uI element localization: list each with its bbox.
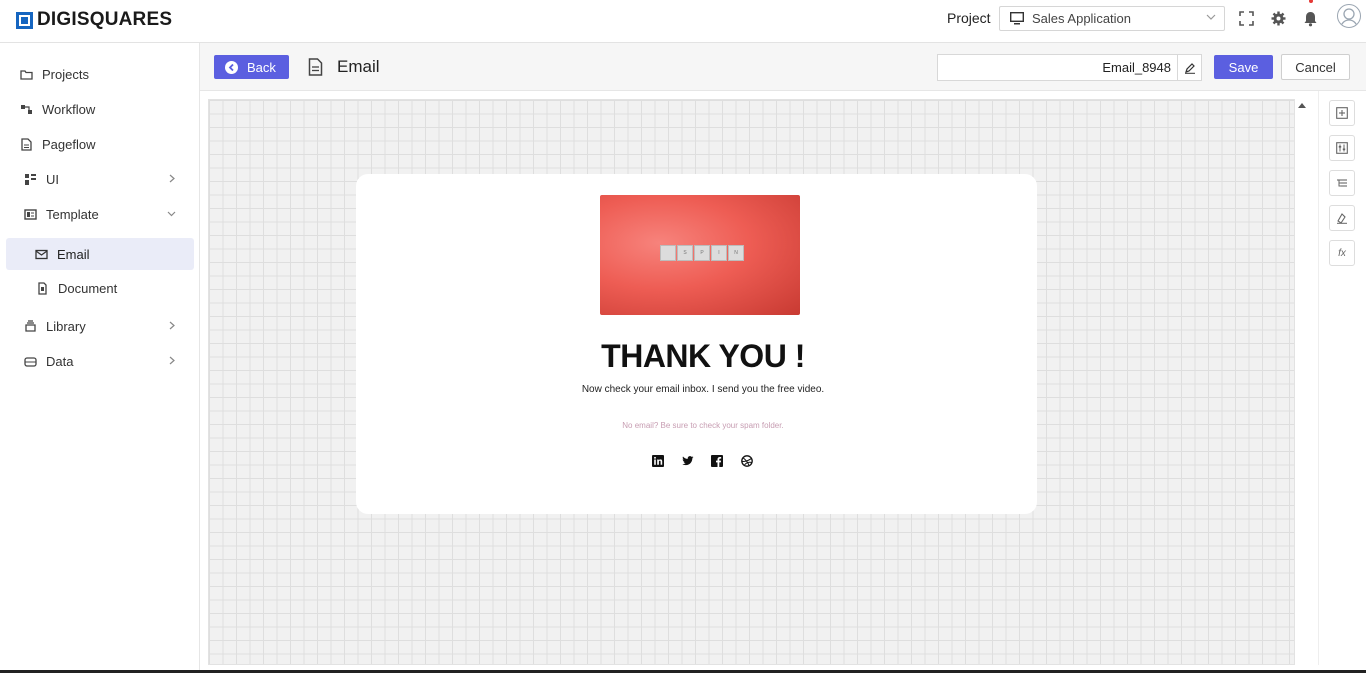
- pageflow-icon: [21, 137, 32, 151]
- letter-tile: N: [728, 245, 744, 261]
- brand-name: DIGISQUARES: [37, 9, 173, 30]
- cancel-button[interactable]: Cancel: [1281, 54, 1350, 80]
- template-icon: [24, 208, 37, 220]
- dribbble-icon[interactable]: [740, 455, 753, 467]
- adjust-icon: [1336, 142, 1348, 154]
- folder-icon: [20, 69, 33, 80]
- style-button[interactable]: [1329, 205, 1355, 231]
- workflow-icon: [21, 104, 32, 114]
- save-button[interactable]: Save: [1214, 55, 1273, 79]
- bell-icon[interactable]: [1302, 10, 1319, 27]
- fullscreen-icon[interactable]: [1238, 10, 1255, 27]
- letter-tile: [660, 245, 676, 261]
- chevron-down-icon: [167, 211, 176, 217]
- template-name-input[interactable]: Email_8948: [937, 54, 1178, 81]
- logo-mark-icon: [16, 11, 33, 29]
- chevron-right-icon: [169, 356, 175, 365]
- project-select-value: Sales Application: [1032, 11, 1132, 26]
- letter-tile: P: [694, 245, 710, 261]
- sidebar: Projects Workflow Pageflow UI Template E…: [0, 43, 200, 673]
- adjust-button[interactable]: [1329, 135, 1355, 161]
- style-icon: [1337, 213, 1347, 224]
- facebook-icon[interactable]: [711, 455, 723, 467]
- chevron-down-icon: [1206, 14, 1216, 20]
- pencil-icon: [1184, 62, 1195, 74]
- add-block-button[interactable]: [1329, 100, 1355, 126]
- sidebar-item-email[interactable]: Email: [6, 238, 194, 270]
- project-select[interactable]: Sales Application: [999, 6, 1225, 31]
- hero-image[interactable]: S P I N: [600, 195, 800, 315]
- back-button[interactable]: Back: [214, 55, 289, 79]
- sidebar-item-template[interactable]: Template: [0, 199, 200, 229]
- sidebar-item-label: UI: [46, 171, 59, 187]
- edit-name-button[interactable]: [1177, 54, 1202, 81]
- sidebar-item-label: Data: [46, 353, 74, 369]
- sidebar-item-data[interactable]: Data: [0, 346, 200, 376]
- project-label: Project: [947, 10, 991, 26]
- sidebar-item-label: Pageflow: [42, 136, 96, 152]
- email-preview-card[interactable]: S P I N THANK YOU ! Now check your email…: [356, 174, 1037, 514]
- letter-tile: I: [711, 245, 727, 261]
- notification-dot: [1309, 0, 1313, 3]
- sidebar-item-label: Library: [46, 318, 86, 334]
- chevron-right-icon: [169, 321, 175, 330]
- brand-logo[interactable]: DIGISQUARES: [16, 9, 172, 31]
- editor-header: Back Email Email_8948 Save Cancel: [200, 43, 1366, 91]
- library-icon: [25, 319, 36, 332]
- fx-button[interactable]: fx: [1329, 240, 1355, 266]
- sidebar-item-label: Projects: [42, 66, 89, 82]
- email-subtitle[interactable]: Now check your email inbox. I send you t…: [356, 384, 1050, 395]
- sidebar-item-workflow[interactable]: Workflow: [0, 94, 200, 124]
- document-icon: [308, 58, 323, 76]
- monitor-icon: [1010, 12, 1024, 25]
- user-avatar[interactable]: [1337, 4, 1361, 28]
- sidebar-item-library[interactable]: Library: [0, 311, 200, 341]
- document-icon: [38, 281, 47, 295]
- back-arrow-icon: [225, 60, 238, 74]
- letter-tiles: S P I N: [660, 245, 745, 261]
- spam-note[interactable]: No email? Be sure to check your spam fol…: [356, 421, 1050, 430]
- layers-icon: [1337, 179, 1347, 187]
- scroll-up-arrow-icon[interactable]: [1298, 103, 1306, 108]
- linkedin-icon[interactable]: [652, 455, 664, 467]
- ui-icon: [25, 173, 36, 185]
- social-links: [652, 455, 770, 467]
- letter-tile: S: [677, 245, 693, 261]
- twitter-icon[interactable]: [681, 455, 694, 467]
- mail-icon: [35, 249, 48, 259]
- layers-button[interactable]: [1329, 170, 1355, 196]
- sidebar-item-ui[interactable]: UI: [0, 164, 200, 194]
- page-title: Email: [337, 57, 380, 76]
- add-block-icon: [1336, 107, 1348, 119]
- right-tool-rail: fx: [1318, 91, 1366, 665]
- back-button-label: Back: [247, 59, 276, 75]
- sidebar-item-label: Workflow: [42, 101, 96, 117]
- email-heading[interactable]: THANK YOU !: [356, 338, 1050, 375]
- sidebar-item-projects[interactable]: Projects: [0, 59, 200, 89]
- sidebar-item-label: Template: [46, 206, 99, 222]
- top-bar: DIGISQUARES Project Sales Application: [0, 0, 1366, 43]
- gear-icon[interactable]: [1270, 10, 1287, 27]
- user-icon: [1339, 8, 1359, 27]
- sidebar-item-pageflow[interactable]: Pageflow: [0, 129, 200, 159]
- data-icon: [24, 356, 37, 367]
- chevron-right-icon: [169, 174, 175, 183]
- sidebar-item-document[interactable]: Document: [0, 273, 200, 303]
- sidebar-item-label: Document: [58, 280, 118, 296]
- sidebar-item-label: Email: [57, 246, 90, 262]
- fx-icon: fx: [1338, 247, 1346, 259]
- page-title-group: Email: [308, 57, 380, 77]
